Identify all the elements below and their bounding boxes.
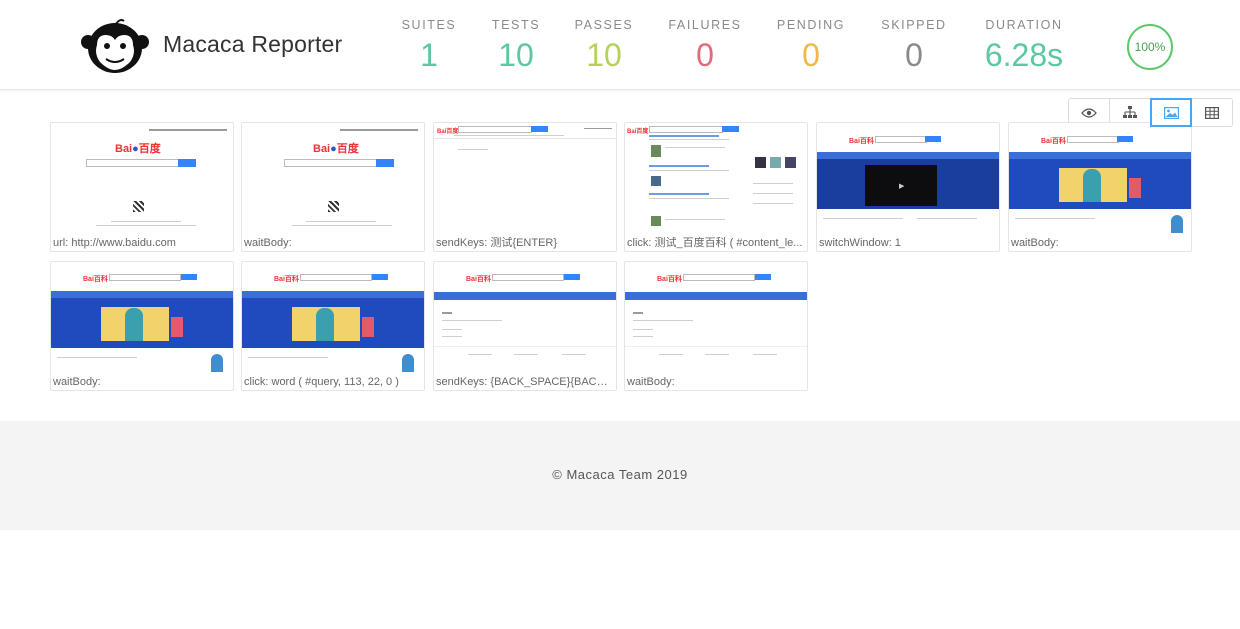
sitemap-icon <box>1123 106 1137 118</box>
monkey-logo-icon <box>81 19 149 73</box>
screenshot-thumbnail: Bai百科 ▶ <box>817 123 999 235</box>
copyright-text: © Macaca Team 2019 <box>552 467 688 482</box>
eye-icon <box>1081 107 1097 118</box>
screenshot-thumbnail: Bai●百度 <box>51 123 233 235</box>
screenshot-thumbnail: Bai百科 <box>51 262 233 374</box>
stat-value: 6.28s <box>984 37 1064 73</box>
screenshot-caption: waitBody: <box>627 376 675 388</box>
screenshot-thumbnail: Bai百科 <box>242 262 424 374</box>
screenshot-card[interactable]: Bai●百度 url: http://www.baidu.com <box>50 122 234 252</box>
screenshot-card[interactable]: Bai百科 waitBody: <box>50 261 234 391</box>
stat-value: 0 <box>905 37 923 73</box>
stat-label: DURATION <box>985 18 1063 32</box>
screenshot-card[interactable]: Bai百科 ▶ switchWindow: 1 <box>816 122 1000 252</box>
view-table-button[interactable] <box>1191 98 1233 127</box>
app-title: Macaca Reporter <box>163 31 343 57</box>
screenshot-caption: waitBody: <box>244 237 292 249</box>
screenshot-caption: url: http://www.baidu.com <box>53 237 176 249</box>
screenshot-card[interactable]: Bai百度 sendKeys: 测试{ENTER} <box>433 122 617 252</box>
stat-failures: FAILURES 0 <box>650 18 760 72</box>
screenshot-thumbnail: Bai百科 <box>434 262 616 374</box>
screenshot-thumbnail: Bai百科 <box>625 262 807 374</box>
table-icon <box>1205 106 1219 119</box>
screenshot-thumbnail: Bai●百度 <box>242 123 424 235</box>
screenshot-thumbnail: Bai百科 <box>1009 123 1191 235</box>
stat-value: 0 <box>802 37 820 73</box>
stat-value: 0 <box>696 37 714 73</box>
screenshot-card[interactable]: Bai百度 click: 测试_百度百科 ( #content_le... <box>624 122 808 252</box>
view-image-button[interactable] <box>1150 98 1192 127</box>
screenshot-caption: sendKeys: {BACK_SPACE}{BACK_... <box>436 376 614 388</box>
screenshot-caption: click: word ( #query, 113, 22, 0 ) <box>244 376 399 388</box>
screenshot-thumbnail: Bai百度 <box>625 123 807 235</box>
stat-duration: DURATION 6.28s <box>969 18 1079 72</box>
screenshot-card[interactable]: Bai百科 sendKeys: {BACK_SPACE}{BACK_... <box>433 261 617 391</box>
stat-label: FAILURES <box>668 18 742 32</box>
stat-skipped: SKIPPED 0 <box>859 18 969 72</box>
stat-pending: PENDING 0 <box>756 18 866 72</box>
stat-value: 10 <box>586 37 622 73</box>
footer: © Macaca Team 2019 <box>0 421 1240 530</box>
stat-passes: PASSES 10 <box>549 18 659 72</box>
screenshot-thumbnail: Bai百度 <box>434 123 616 235</box>
screenshot-card[interactable]: Bai百科 click: word ( #query, 113, 22, 0 ) <box>241 261 425 391</box>
screenshot-caption: switchWindow: 1 <box>819 237 901 249</box>
stat-label: PENDING <box>776 18 846 32</box>
baidu-logo: Bai●百度 <box>313 143 359 155</box>
stat-label: SKIPPED <box>881 18 947 32</box>
baidu-logo: Bai●百度 <box>115 143 161 155</box>
screenshot-card[interactable]: Bai百科 waitBody: <box>624 261 808 391</box>
screenshot-caption: click: 测试_百度百科 ( #content_le... <box>627 237 803 249</box>
screenshot-card[interactable]: Bai●百度 waitBody: <box>241 122 425 252</box>
header: Macaca Reporter SUITES 1 TESTS 10 PASSES… <box>0 0 1240 90</box>
screenshot-caption: waitBody: <box>53 376 101 388</box>
stat-label: PASSES <box>574 18 634 32</box>
image-icon <box>1163 106 1179 119</box>
screenshot-caption: waitBody: <box>1011 237 1059 249</box>
pass-rate-gauge: 100% <box>1127 24 1173 70</box>
screenshot-caption: sendKeys: 测试{ENTER} <box>436 237 558 249</box>
screenshot-card[interactable]: Bai百科 waitBody: <box>1008 122 1192 252</box>
